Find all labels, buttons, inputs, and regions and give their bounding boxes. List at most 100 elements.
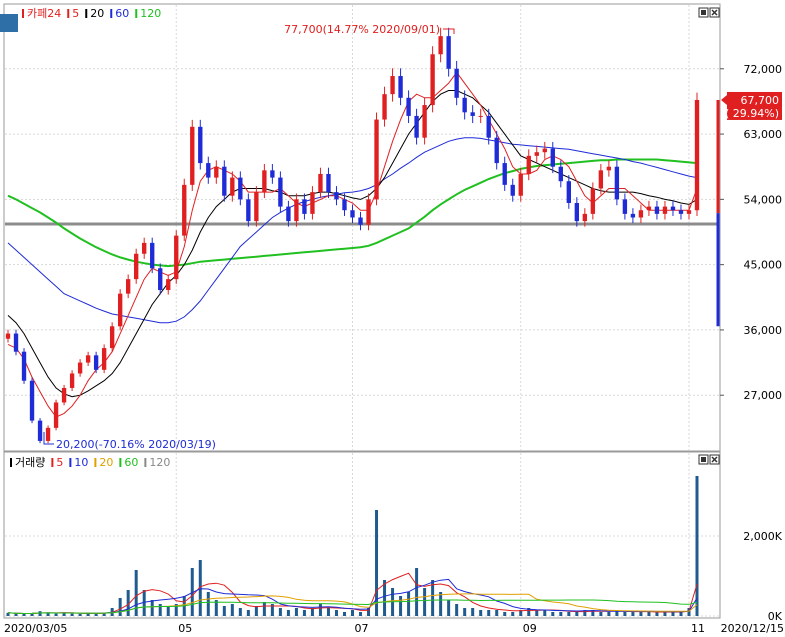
candle-body xyxy=(206,163,211,178)
price-tick-label: 63,000 xyxy=(744,128,783,141)
volume-bar xyxy=(38,611,42,616)
volume-bar xyxy=(575,612,579,616)
volume-bar xyxy=(22,614,26,616)
volume-bar xyxy=(246,610,250,616)
volume-bar xyxy=(415,568,419,616)
volume-bar xyxy=(150,600,154,616)
candle-body xyxy=(342,199,347,211)
volume-panel-restore-button[interactable] xyxy=(698,454,709,465)
volume-bar xyxy=(206,592,210,616)
candle-body xyxy=(502,163,507,185)
volume-bar xyxy=(326,608,330,616)
candle-body xyxy=(422,105,427,138)
candle-body xyxy=(77,362,83,374)
candle-body xyxy=(238,177,243,200)
candle-body xyxy=(278,177,283,207)
candle-body xyxy=(518,173,523,196)
candle-body xyxy=(366,199,371,225)
volume-bar xyxy=(511,612,515,616)
date-tick-label: 2020/03/05 xyxy=(4,622,67,635)
volume-bar xyxy=(254,606,258,616)
volume-bar xyxy=(118,598,122,616)
candle-body xyxy=(109,326,115,349)
legend-swatch xyxy=(51,458,54,467)
price-panel-restore-button[interactable] xyxy=(698,7,709,18)
candle-body xyxy=(134,253,139,280)
candle-body xyxy=(478,115,483,117)
candle-body xyxy=(462,97,467,113)
volume-bar xyxy=(14,613,18,616)
candle-body xyxy=(286,206,291,222)
candle-body xyxy=(630,213,636,218)
volume-bar xyxy=(351,610,354,616)
candle-body xyxy=(5,333,11,339)
candle-body xyxy=(29,380,35,421)
candle-body xyxy=(150,242,155,269)
candle-body xyxy=(382,94,387,120)
volume-bar xyxy=(543,610,547,616)
legend-label: 120 xyxy=(140,7,161,20)
candle-body xyxy=(262,170,267,193)
volume-panel-close-button[interactable] xyxy=(709,454,720,465)
volume-bar xyxy=(342,612,346,616)
volume-bar xyxy=(503,612,507,616)
candle-body xyxy=(654,206,660,214)
candle-body xyxy=(566,181,571,203)
volume-bar xyxy=(222,606,226,616)
candle-body xyxy=(190,126,195,185)
last-price-label: 67,700 xyxy=(741,94,780,107)
candle-body xyxy=(510,184,515,196)
legend-swatch xyxy=(69,458,72,467)
candle-body xyxy=(142,242,147,254)
candle-body xyxy=(53,402,59,428)
candle-body xyxy=(21,351,27,381)
candle-body xyxy=(670,206,676,211)
candle-body xyxy=(542,148,547,153)
candle-body xyxy=(326,173,331,193)
volume-bar xyxy=(359,612,363,616)
candle-body xyxy=(302,199,307,214)
candle-body xyxy=(590,188,596,214)
price-panel-close-button[interactable] xyxy=(709,7,720,18)
candle-body xyxy=(182,184,187,236)
volume-bar xyxy=(559,612,563,616)
volume-bar xyxy=(663,612,667,616)
candle-body xyxy=(13,333,19,352)
candle-body xyxy=(446,36,451,69)
candle-body xyxy=(414,115,419,138)
volume-axis-ticks: 2,000K0K xyxy=(743,530,782,623)
legend-label: 60 xyxy=(115,7,129,20)
candle-body xyxy=(101,348,107,370)
volume-bar xyxy=(70,613,74,616)
candle-body xyxy=(69,373,75,388)
volume-bar xyxy=(334,610,338,616)
date-tick-label: 07 xyxy=(355,622,369,635)
legend-label: 20 xyxy=(90,7,104,20)
candle-body xyxy=(526,155,531,174)
chart-type-icon[interactable] xyxy=(0,14,18,32)
volume-bar xyxy=(423,588,427,616)
volume-bar xyxy=(447,600,451,616)
volume-bar xyxy=(479,610,483,616)
price-tick-label: 27,000 xyxy=(744,389,783,402)
low-price-annotation: 20,200(-70.16% 2020/03/19) xyxy=(56,438,216,451)
volume-bar xyxy=(302,610,306,616)
legend-label: 5 xyxy=(56,456,63,469)
price-tick-label: 72,000 xyxy=(744,63,783,76)
candle-body xyxy=(534,152,539,156)
volume-bar xyxy=(455,604,459,616)
legend-label: 10 xyxy=(74,456,88,469)
volume-bar xyxy=(166,606,170,616)
candle-body xyxy=(486,115,491,138)
legend-swatch xyxy=(119,458,122,467)
date-axis-ticks: 2020/03/05 05 07 09 11 2020/12/15 xyxy=(4,622,784,635)
candle-body xyxy=(374,119,379,200)
volume-bar xyxy=(78,614,82,616)
volume-bar xyxy=(262,602,266,616)
candle-body xyxy=(158,268,163,291)
last-price-pointer xyxy=(721,94,727,105)
candle-body xyxy=(398,76,403,98)
legend-swatch xyxy=(144,458,147,467)
volume-bar xyxy=(695,476,699,616)
candle-body xyxy=(230,177,235,196)
